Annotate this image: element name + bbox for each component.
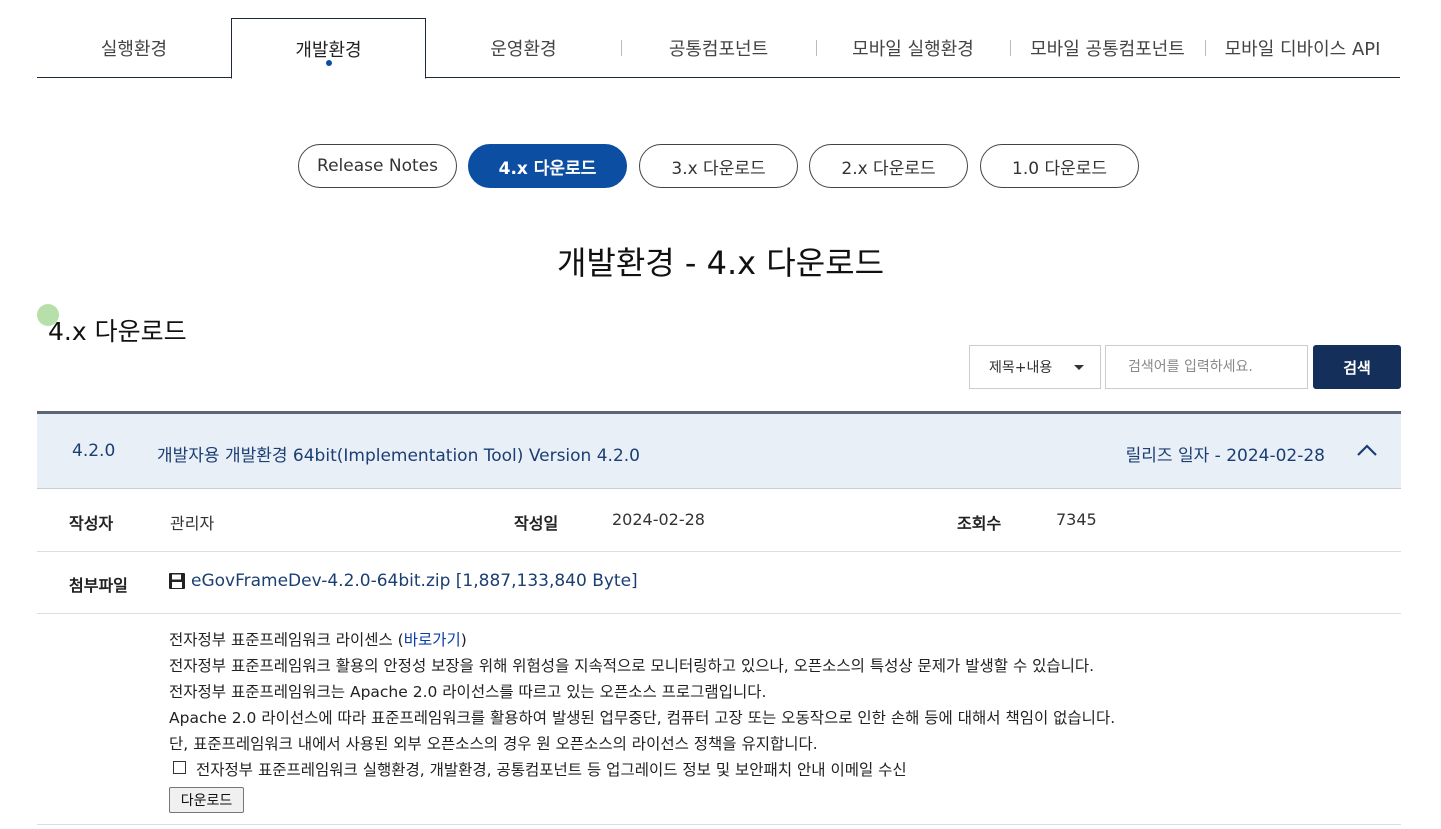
email-consent-label: 전자정부 표준프레임워크 실행환경, 개발환경, 공통컴포넌트 등 업그레이드 … [196,761,907,779]
release-name: 개발자용 개발환경 64bit(Implementation Tool) Ver… [157,446,640,466]
tab-label: 개발환경 [295,39,362,61]
active-dot-icon [325,60,332,66]
tab-common-components[interactable]: 공통컴포넌트 [621,18,816,78]
tab-label: 모바일 실행환경 [852,39,974,60]
author-label: 작성자 [69,514,114,533]
tab-label: 공통컴포넌트 [668,39,769,60]
attachment-link[interactable]: eGovFrameDev-4.2.0-64bit.zip [1,887,133,… [168,571,638,591]
search-type-select[interactable]: 제목+내용 [969,345,1101,389]
release-version: 4.2.0 [72,441,116,461]
pill-2x-download[interactable]: 2.x 다운로드 [809,144,968,188]
license-shortcut-link[interactable]: 바로가기 [404,631,461,649]
pill-10-download[interactable]: 1.0 다운로드 [980,144,1139,188]
date-label: 작성일 [514,514,559,533]
tab-runtime-env[interactable]: 실행환경 [37,18,231,78]
search-type-value: 제목+내용 [989,360,1053,376]
download-button[interactable]: 다운로드 [169,787,244,813]
notice-line: Apache 2.0 라이선스에 따라 표준프레임워크를 활용하여 발생된 업무… [169,709,1116,727]
tab-mobile-device-api[interactable]: 모바일 디바이스 API [1205,18,1400,78]
save-disk-icon [169,573,185,589]
pill-4x-download[interactable]: 4.x 다운로드 [468,144,627,188]
tab-label: 모바일 공통컴포넌트 [1030,39,1185,60]
views-label: 조회수 [957,514,1002,533]
tab-dev-env[interactable]: 개발환경 [231,18,426,79]
pill-3x-download[interactable]: 3.x 다운로드 [639,144,798,188]
attachment-label: 첨부파일 [69,576,128,595]
search-button[interactable]: 검색 [1313,345,1401,389]
tab-mobile-common-components[interactable]: 모바일 공통컴포넌트 [1010,18,1205,78]
caret-down-icon [1074,365,1084,370]
release-item-header[interactable]: 4.2.0 개발자용 개발환경 64bit(Implementation Too… [37,411,1401,489]
tab-label: 모바일 디바이스 API [1224,39,1381,60]
notice-line: 전자정부 표준프레임워크 활용의 안정성 보장을 위해 위험성을 지속적으로 모… [169,657,1095,675]
chevron-up-icon[interactable] [1355,438,1379,462]
release-date: 릴리즈 일자 - 2024-02-28 [1125,446,1325,466]
meta-row: 작성자 관리자 작성일 2024-02-28 조회수 7345 [37,489,1401,552]
notice-line: 전자정부 표준프레임워크는 Apache 2.0 라이선스를 따르고 있는 오픈… [169,683,767,701]
attachment-filename: eGovFrameDev-4.2.0-64bit.zip [1,887,133,… [191,571,638,591]
date-value: 2024-02-28 [612,510,705,529]
bottom-divider [37,824,1401,825]
email-consent-checkbox[interactable] [173,761,186,774]
tab-label: 실행환경 [100,39,168,60]
license-text: 전자정부 표준프레임워크 라이센스 ( [169,631,404,649]
author-value: 관리자 [170,514,215,533]
section-title: 4.x 다운로드 [48,317,187,346]
top-tab-bar: 실행환경 개발환경 운영환경 공통컴포넌트 모바일 실행환경 모바일 공통컴포넌… [37,18,1400,79]
pill-release-notes[interactable]: Release Notes [298,144,457,188]
views-value: 7345 [1056,510,1097,529]
tab-mobile-runtime[interactable]: 모바일 실행환경 [816,18,1010,78]
search-input[interactable] [1105,345,1308,389]
tab-ops-env[interactable]: 운영환경 [426,18,621,78]
license-line: 전자정부 표준프레임워크 라이센스 (바로가기) [169,628,467,650]
tab-label: 운영환경 [490,39,557,60]
version-pill-group: Release Notes 4.x 다운로드 3.x 다운로드 2.x 다운로드… [0,144,1441,188]
attachment-row: 첨부파일 eGovFrameDev-4.2.0-64bit.zip [1,887… [37,552,1401,614]
notice-line: 단, 표준프레임워크 내에서 사용된 외부 오픈소스의 경우 원 오픈소스의 라… [169,735,818,753]
page-title: 개발환경 - 4.x 다운로드 [556,244,885,282]
license-close-paren: ) [460,631,467,649]
